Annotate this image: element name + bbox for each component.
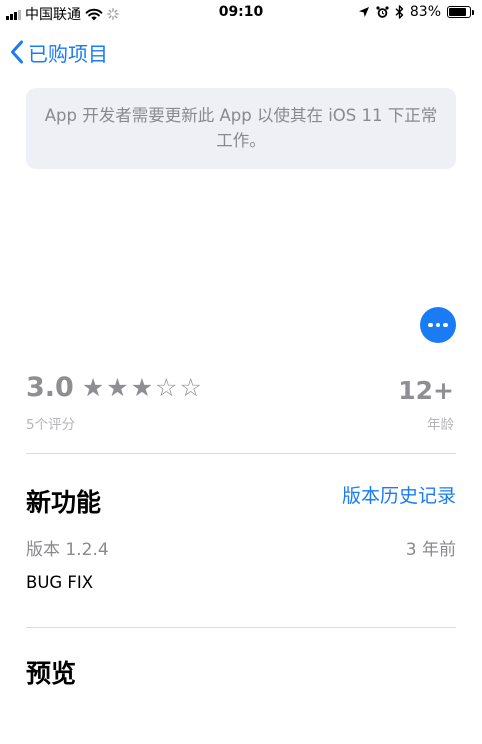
preview-title: 预览 bbox=[26, 659, 77, 688]
battery-icon bbox=[447, 6, 474, 18]
star-empty-icon: ☆ bbox=[179, 373, 202, 402]
star-filled-icon: ★ bbox=[106, 373, 129, 402]
divider bbox=[26, 627, 456, 628]
back-button-label: 已购项目 bbox=[28, 41, 108, 66]
rating-summary: 3.0 ★ ★ ★ ☆ ☆ bbox=[26, 372, 202, 403]
battery-percent: 83% bbox=[409, 4, 441, 20]
more-options-button[interactable] bbox=[420, 307, 456, 343]
rating-score: 3.0 bbox=[26, 372, 74, 403]
rating-stars: ★ ★ ★ ☆ ☆ bbox=[82, 375, 202, 400]
star-empty-icon: ☆ bbox=[155, 373, 178, 402]
location-arrow-icon bbox=[358, 7, 369, 17]
ellipsis-icon bbox=[428, 322, 433, 328]
update-notice: App 开发者需要更新此 App 以使其在 iOS 11 下正常工作。 bbox=[26, 88, 456, 169]
alarm-icon bbox=[376, 5, 389, 18]
whats-new-title: 新功能 bbox=[26, 488, 102, 517]
chevron-left-icon bbox=[11, 40, 23, 64]
version-history-link[interactable]: 版本历史记录 bbox=[342, 481, 456, 508]
version-date: 3 年前 bbox=[405, 540, 456, 560]
status-right: 83% bbox=[358, 4, 474, 20]
version-number: 版本 1.2.4 bbox=[26, 540, 109, 560]
app-detail-page: 中国联通 09:10 83% 已购项目 App 开发者需要更新此 App 以使其… bbox=[0, 0, 482, 744]
age-rating: 12+ bbox=[398, 376, 454, 405]
bluetooth-icon bbox=[395, 5, 404, 19]
status-bar: 中国联通 09:10 83% bbox=[0, 0, 482, 26]
age-rating-label: 年龄 bbox=[427, 417, 454, 433]
star-filled-icon: ★ bbox=[81, 373, 105, 402]
divider bbox=[26, 453, 456, 454]
release-notes: BUG FIX bbox=[26, 573, 94, 592]
back-button[interactable]: 已购项目 bbox=[10, 36, 108, 68]
star-filled-icon: ★ bbox=[130, 373, 154, 402]
rating-count: 5个评分 bbox=[26, 417, 76, 433]
